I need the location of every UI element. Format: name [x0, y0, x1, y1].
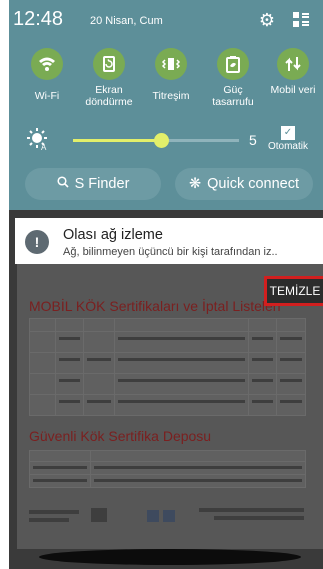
- toggle-wifi[interactable]: Wi-Fi: [16, 48, 78, 118]
- clear-notifications-button[interactable]: TEMİZLE: [264, 276, 323, 306]
- brightness-slider-fill: [73, 139, 161, 142]
- gear-icon[interactable]: ⚙: [257, 10, 277, 30]
- edit-toggles-icon[interactable]: [291, 10, 311, 30]
- page-heading-mobile-root: MOBİL KÖK Sertifikaları ve İptal Listele…: [29, 298, 281, 314]
- auto-brightness-icon: A: [27, 128, 49, 152]
- quick-connect-button[interactable]: ❋ Quick connect: [175, 168, 313, 200]
- bottom-shadow: [39, 549, 301, 565]
- screen-rotation-icon: [93, 48, 125, 80]
- toggle-mobile-data[interactable]: Mobil veri: [262, 48, 323, 118]
- status-bar: 12:48 20 Nisan, Cum ⚙: [13, 8, 319, 34]
- toggle-power-saving[interactable]: Güç tasarrufu: [202, 48, 264, 118]
- page-footer: [29, 496, 304, 536]
- checkbox-checked-icon: ✓: [281, 126, 295, 140]
- notification-body: Ağ, bilinmeyen üçüncü bir kişi tarafında…: [63, 246, 278, 258]
- quick-toggles: Wi-Fi Ekran döndürme Titreşim Güç tasarr…: [9, 48, 323, 118]
- certificate-table: [29, 318, 306, 416]
- quick-connect-icon: ❋: [188, 176, 202, 192]
- toggle-vibration[interactable]: Titreşim: [140, 48, 202, 118]
- search-icon: [57, 168, 69, 200]
- toggle-screen-rotation[interactable]: Ekran döndürme: [78, 48, 140, 118]
- notification-title: Olası ağ izleme: [63, 227, 163, 243]
- vibration-icon: [155, 48, 187, 80]
- notification-card[interactable]: ! Olası ağ izleme Ağ, bilinmeyen üçüncü …: [15, 218, 323, 264]
- auto-brightness-checkbox[interactable]: ✓ Otomatik: [263, 126, 313, 152]
- warning-icon: !: [25, 230, 49, 254]
- power-saving-icon: [217, 48, 249, 80]
- clock: 12:48: [13, 8, 64, 30]
- brightness-slider[interactable]: [73, 133, 239, 148]
- brightness-control: A 5 ✓ Otomatik: [9, 122, 323, 158]
- wifi-icon: [31, 48, 63, 80]
- quick-buttons: S Finder ❋ Quick connect: [9, 168, 323, 202]
- secure-store-table: [29, 450, 306, 488]
- date: 20 Nisan, Cum: [90, 15, 163, 27]
- svg-text:A: A: [41, 143, 47, 150]
- notification-shade: 12:48 20 Nisan, Cum ⚙ Wi-Fi Ekran döndür…: [9, 0, 323, 210]
- page-heading-secure-root: Güvenli Kök Sertifika Deposu: [29, 428, 212, 444]
- mobile-data-icon: [277, 48, 309, 80]
- brightness-slider-handle[interactable]: [153, 133, 169, 148]
- brightness-value: 5: [249, 132, 257, 148]
- s-finder-button[interactable]: S Finder: [25, 168, 161, 200]
